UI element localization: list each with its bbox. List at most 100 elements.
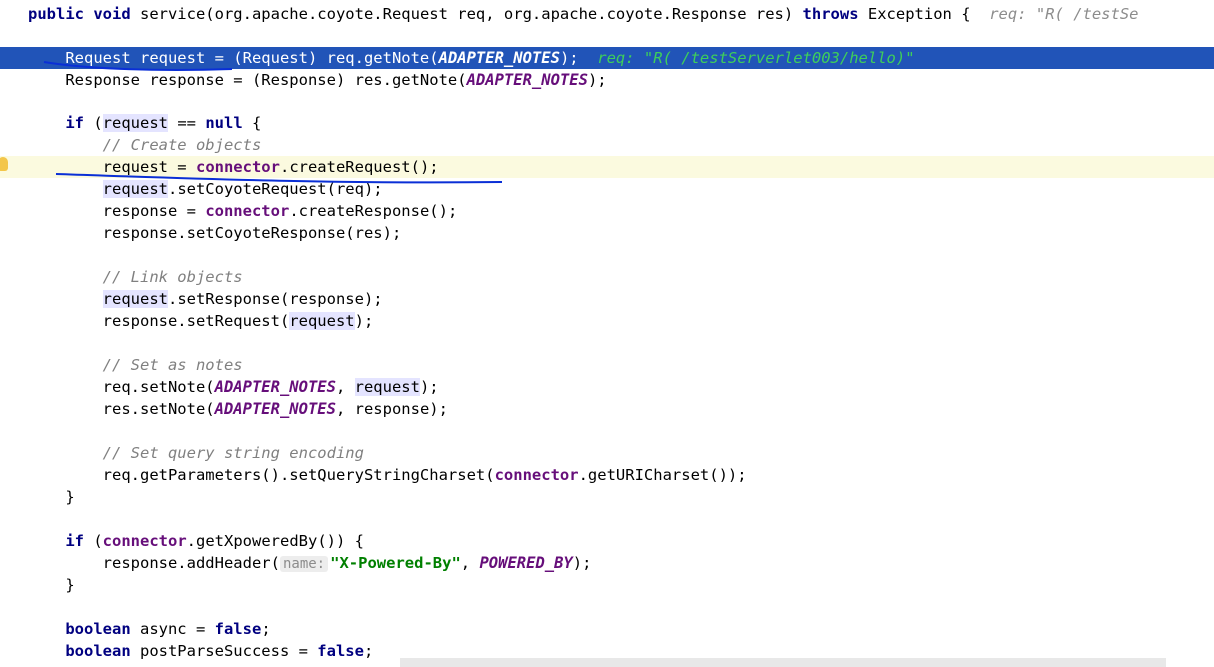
keyword-token: false xyxy=(317,642,364,660)
inline-debug-value: req: "R( /testSe xyxy=(989,5,1139,23)
code-line[interactable]: request.setCoyoteRequest(req); xyxy=(0,178,1214,200)
code-text: request.setCoyoteRequest(req); xyxy=(28,178,383,200)
code-text: response.addHeader(name: "X-Powered-By", … xyxy=(28,552,591,575)
code-text: // Create objects xyxy=(28,134,262,156)
code-line[interactable] xyxy=(0,508,1214,530)
code-text: public void service(org.apache.coyote.Re… xyxy=(28,3,1139,25)
code-text: res.setNote(ADAPTER_NOTES, response); xyxy=(28,398,448,420)
code-text: } xyxy=(28,486,75,508)
code-line[interactable]: // Link objects xyxy=(0,266,1214,288)
caret-line[interactable]: request = connector.createRequest(); xyxy=(0,156,1214,178)
code-token: req.setNote( xyxy=(28,378,215,396)
execution-point-line[interactable]: Request request = (Request) req.getNote(… xyxy=(0,47,1214,69)
code-line[interactable]: boolean async = false; xyxy=(0,618,1214,640)
keyword-token: boolean xyxy=(65,642,140,660)
code-line[interactable]: public void service(org.apache.coyote.Re… xyxy=(0,3,1214,25)
usage-highlight: request xyxy=(102,290,168,308)
code-token: postParseSuccess = xyxy=(139,642,318,660)
keyword-token: if xyxy=(65,114,94,132)
code-token: ( xyxy=(93,532,103,550)
code-line[interactable] xyxy=(0,91,1214,113)
code-line[interactable]: response = connector.createResponse(); xyxy=(0,200,1214,222)
code-token: .getXpoweredBy()) { xyxy=(186,532,364,550)
code-line[interactable]: if (request == null { xyxy=(0,112,1214,134)
code-text: // Set query string encoding xyxy=(28,442,364,464)
code-text: req.getParameters().setQueryStringCharse… xyxy=(28,464,747,486)
code-line[interactable] xyxy=(0,420,1214,442)
field-token: connector xyxy=(195,158,280,176)
code-line[interactable]: req.getParameters().setQueryStringCharse… xyxy=(0,464,1214,486)
code-token: ; xyxy=(363,642,374,660)
field-token: connector xyxy=(205,202,290,220)
code-line[interactable]: res.setNote(ADAPTER_NOTES, response); xyxy=(0,398,1214,420)
code-token: ( xyxy=(93,114,103,132)
code-token: } xyxy=(28,488,75,506)
code-token: { xyxy=(242,114,262,132)
code-line[interactable] xyxy=(0,596,1214,618)
keyword-token: public void xyxy=(28,5,140,23)
code-token: ); xyxy=(559,49,598,67)
code-text: request = connector.createRequest(); xyxy=(28,156,439,178)
code-token: .createResponse(); xyxy=(289,202,458,220)
code-token: , xyxy=(460,554,480,572)
keyword-token: false xyxy=(214,620,262,638)
code-token: } xyxy=(28,576,75,594)
code-line[interactable] xyxy=(0,332,1214,354)
code-token: ); xyxy=(572,554,592,572)
parameter-hint: name: xyxy=(279,556,329,572)
code-token: , response); xyxy=(335,400,448,418)
code-line[interactable]: // Create objects xyxy=(0,134,1214,156)
code-token: req.getParameters().setQueryStringCharse… xyxy=(28,466,495,484)
field-token: connector xyxy=(494,466,579,484)
code-line[interactable]: // Set as notes xyxy=(0,354,1214,376)
code-token: ); xyxy=(587,71,607,89)
code-line[interactable]: req.setNote(ADAPTER_NOTES, request); xyxy=(0,376,1214,398)
lightbulb-icon[interactable] xyxy=(0,157,8,171)
code-token: == xyxy=(168,114,206,132)
code-text: request.setResponse(response); xyxy=(28,288,383,310)
code-token: response.addHeader( xyxy=(28,554,280,572)
code-token: .createRequest(); xyxy=(279,158,439,176)
code-token: Exception { xyxy=(867,5,990,23)
code-line[interactable]: } xyxy=(0,486,1214,508)
code-line[interactable]: // Set query string encoding xyxy=(0,442,1214,464)
code-text: Request request = (Request) req.getNote(… xyxy=(28,47,914,69)
code-text: // Link objects xyxy=(28,266,243,288)
horizontal-scrollbar[interactable] xyxy=(400,658,1166,667)
usage-highlight: request xyxy=(354,378,420,396)
code-line[interactable]: } xyxy=(0,574,1214,596)
code-line[interactable]: Response response = (Response) res.getNo… xyxy=(0,69,1214,91)
constant-token: POWERED_BY xyxy=(479,554,573,572)
code-line[interactable]: response.addHeader(name: "X-Powered-By", … xyxy=(0,552,1214,574)
code-text: } xyxy=(28,574,75,596)
code-token: async = xyxy=(139,620,215,638)
code-token: .getURICharset()); xyxy=(578,466,747,484)
code-text: if (request == null { xyxy=(28,112,261,134)
code-text: response.setRequest(request); xyxy=(28,310,373,332)
constant-token: ADAPTER_NOTES xyxy=(438,49,560,67)
code-text: if (connector.getXpoweredBy()) { xyxy=(28,530,364,552)
code-line[interactable]: response.setRequest(request); xyxy=(0,310,1214,332)
code-line[interactable]: response.setCoyoteResponse(res); xyxy=(0,222,1214,244)
code-line[interactable]: if (connector.getXpoweredBy()) { xyxy=(0,530,1214,552)
constant-token: ADAPTER_NOTES xyxy=(466,71,588,89)
code-line[interactable]: request.setResponse(response); xyxy=(0,288,1214,310)
code-text: req.setNote(ADAPTER_NOTES, request); xyxy=(28,376,439,398)
usage-highlight: request xyxy=(102,114,168,132)
code-token: ); xyxy=(354,312,374,330)
code-line[interactable] xyxy=(0,244,1214,266)
code-text: response.setCoyoteResponse(res); xyxy=(28,222,402,244)
code-text: // Set as notes xyxy=(28,354,243,376)
constant-token: ADAPTER_NOTES xyxy=(214,400,336,418)
comment-token: // Create objects xyxy=(102,136,262,154)
comment-token: // Set query string encoding xyxy=(102,444,364,462)
